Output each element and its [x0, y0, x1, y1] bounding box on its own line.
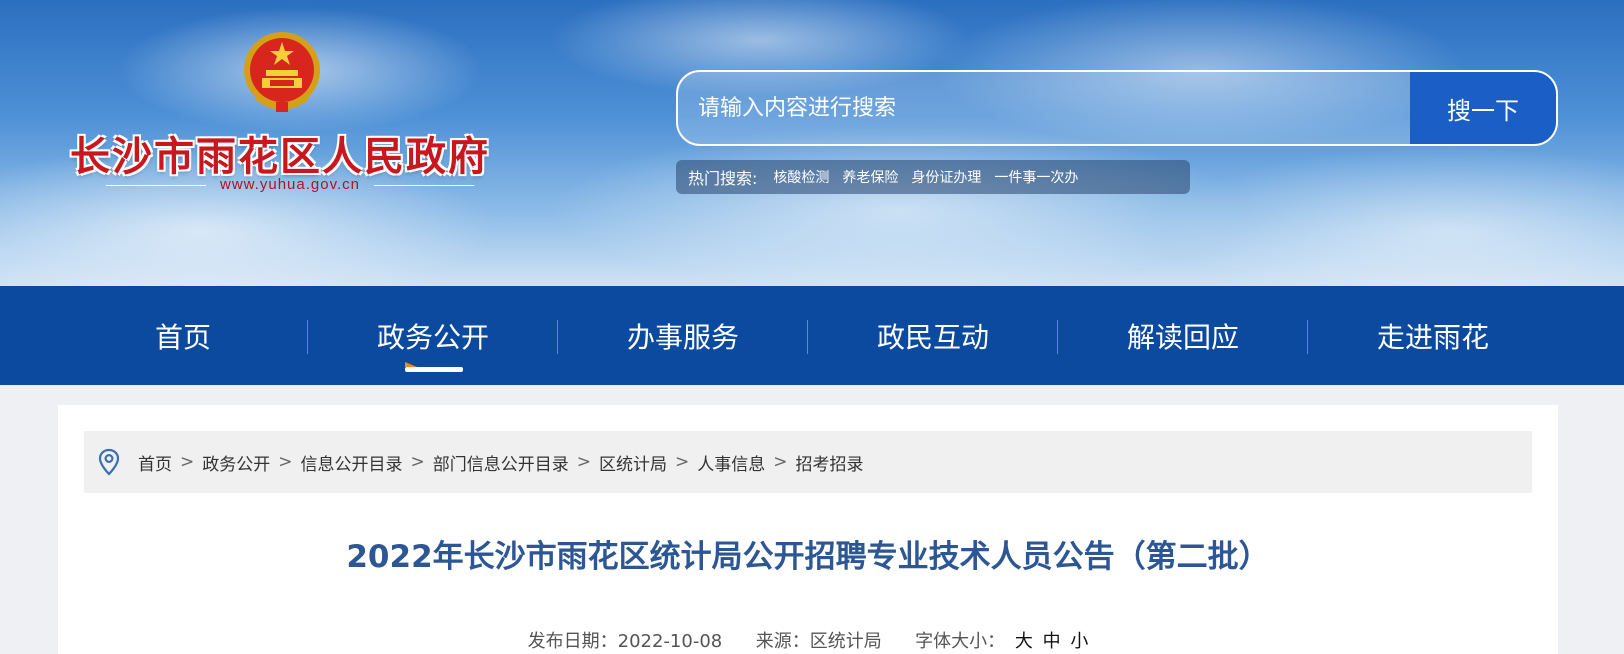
nav-item-label: 解读回应	[1126, 320, 1239, 354]
breadcrumb-separator: >	[675, 452, 690, 472]
nav-item-interaction[interactable]: 政民互动	[808, 286, 1058, 385]
breadcrumb-separator: >	[278, 452, 293, 472]
url-divider-right	[373, 184, 474, 186]
article-meta: 发布日期：2022-10-08 来源：区统计局 字体大小： 大 中 小	[58, 627, 1558, 653]
site-url: www.yuhua.gov.cn	[70, 176, 510, 193]
search-box: 搜一下	[676, 70, 1558, 146]
font-size-medium-button[interactable]: 中	[1043, 631, 1061, 652]
font-size-large-button[interactable]: 大	[1015, 631, 1033, 652]
hot-search-item[interactable]: 身份证办理	[911, 167, 981, 187]
breadcrumb-item[interactable]: 政务公开	[202, 450, 270, 475]
nav-item-home[interactable]: 首页	[58, 286, 308, 385]
hot-search-item[interactable]: 养老保险	[842, 167, 898, 187]
search-input[interactable]	[678, 72, 1410, 144]
breadcrumb: 首页 > 政务公开 > 信息公开目录 > 部门信息公开目录 > 区统计局 > 人…	[84, 431, 1532, 493]
nav-item-label: 政民互动	[876, 320, 989, 354]
nav-item-label: 办事服务	[626, 320, 739, 354]
source-label: 来源：	[755, 631, 810, 652]
nav-item-about-yuhua[interactable]: 走进雨花	[1308, 286, 1558, 385]
nav-item-gov-affairs[interactable]: 政务公开	[308, 286, 558, 385]
breadcrumb-separator: >	[576, 452, 591, 472]
nav-item-label: 走进雨花	[1376, 320, 1489, 354]
font-size-label: 字体大小：	[915, 631, 1006, 652]
nav-item-services[interactable]: 办事服务	[558, 286, 808, 385]
source-value: 区统计局	[809, 631, 882, 652]
site-title[interactable]: 长沙市雨花区人民政府	[70, 124, 510, 182]
hot-search-label: 热门搜索:	[688, 169, 758, 188]
hot-search-bar: 热门搜索: 核酸检测 养老保险 身份证办理 一件事一次办	[676, 160, 1190, 194]
article-container: 首页 > 政务公开 > 信息公开目录 > 部门信息公开目录 > 区统计局 > 人…	[58, 405, 1558, 654]
main-nav-items: 首页 政务公开 办事服务 政民互动 解读回应 走进雨花	[58, 286, 1558, 385]
nav-item-label: 首页	[154, 320, 211, 354]
publish-date: 2022-10-08	[617, 631, 723, 652]
nav-active-indicator	[405, 362, 463, 372]
national-emblem-icon[interactable]	[240, 28, 324, 114]
breadcrumb-separator: >	[773, 452, 788, 472]
breadcrumb-item[interactable]: 招考招录	[796, 450, 864, 475]
nav-item-label: 政务公开	[376, 320, 489, 354]
publish-date-label: 发布日期：	[527, 631, 618, 652]
breadcrumb-separator: >	[180, 452, 195, 472]
font-size-small-button[interactable]: 小	[1070, 631, 1088, 652]
breadcrumb-item[interactable]: 首页	[138, 450, 172, 475]
site-url-text: www.yuhua.gov.cn	[220, 176, 360, 193]
hot-search-item[interactable]: 核酸检测	[773, 167, 829, 187]
url-divider-left	[106, 184, 207, 186]
location-pin-icon	[98, 448, 120, 476]
breadcrumb-item[interactable]: 信息公开目录	[301, 450, 403, 475]
article-title: 2022年长沙市雨花区统计局公开招聘专业技术人员公告（第二批）	[346, 539, 1270, 575]
breadcrumb-item[interactable]: 人事信息	[697, 450, 765, 475]
main-nav: 首页 政务公开 办事服务 政民互动 解读回应 走进雨花	[0, 286, 1624, 385]
breadcrumb-separator: >	[410, 452, 425, 472]
search-button[interactable]: 搜一下	[1410, 72, 1556, 144]
header-banner: 长沙市雨花区人民政府 www.yuhua.gov.cn 搜一下 热门搜索: 核酸…	[0, 0, 1624, 286]
hot-search-item[interactable]: 一件事一次办	[994, 167, 1078, 187]
breadcrumb-item[interactable]: 部门信息公开目录	[433, 450, 569, 475]
breadcrumb-item[interactable]: 区统计局	[599, 450, 667, 475]
nav-item-interpretation[interactable]: 解读回应	[1058, 286, 1308, 385]
